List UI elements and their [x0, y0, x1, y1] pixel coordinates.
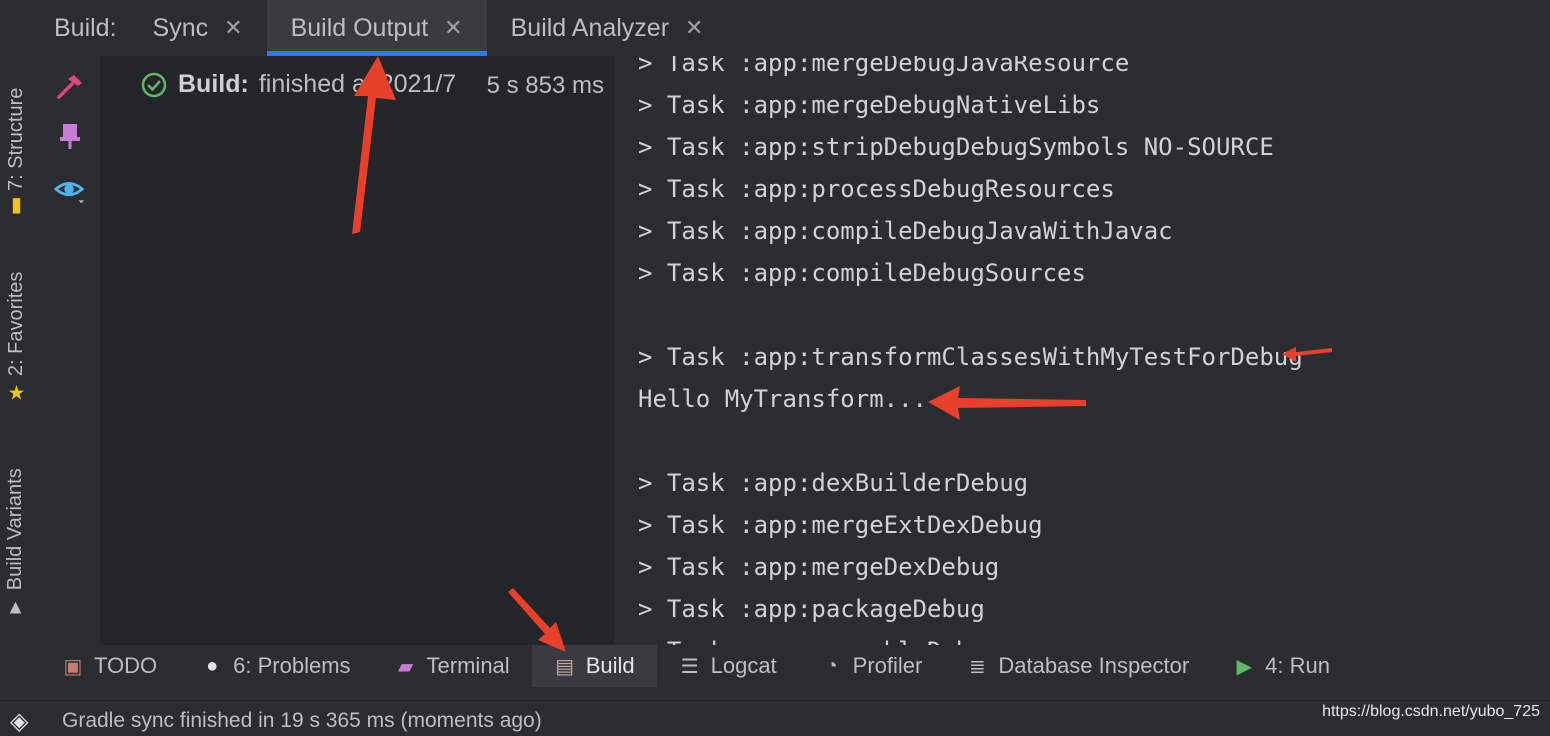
build-tab-bar: Build: Sync ✕ Build Output ✕ Build Analy… [42, 0, 1550, 56]
layers-icon[interactable]: ◈ [10, 707, 28, 736]
bottom-tool-bar: ▣ TODO ● 6: Problems ▰ Terminal ▤ Build … [42, 645, 1550, 687]
todo-icon: ▣ [63, 655, 83, 678]
structure-tab[interactable]: ▮ 7: Structure [4, 87, 29, 216]
status-bar: ◈ Gradle sync finished in 19 s 365 ms (m… [0, 700, 1550, 735]
tool-profiler[interactable]: ◔ Profiler [799, 645, 945, 687]
tool-build-label: Build [585, 653, 635, 678]
tab-build-output-label: Build Output [290, 13, 429, 42]
hammer-icon[interactable] [54, 70, 86, 102]
tool-todo[interactable]: ▣ TODO [42, 645, 179, 687]
run-icon: ▶ [1236, 655, 1252, 678]
tool-run-label: 4: Run [1265, 653, 1330, 678]
tool-database-inspector-label: Database Inspector [998, 653, 1190, 678]
console-line: > Task :app:packageDebug [638, 595, 985, 623]
database-icon: ≣ [968, 655, 986, 678]
build-panel-title: Build: [54, 13, 117, 42]
tab-build-analyzer[interactable]: Build Analyzer ✕ [487, 0, 728, 56]
tab-build-output[interactable]: Build Output ✕ [266, 0, 487, 56]
console-line: > Task :app:processDebugResources [638, 175, 1115, 203]
build-duration: 5 s 853 ms [480, 72, 604, 100]
check-circle-icon [141, 72, 167, 97]
structure-icon: ▮ [10, 193, 23, 216]
watermark: https://blog.csdn.net/yubo_725 [1322, 703, 1540, 720]
logcat-icon: ☰ [680, 655, 699, 678]
console-line: > Task :app:compileDebugSources [638, 259, 1086, 287]
console-line: > Task :app:stripDebugDebugSymbols NO-SO… [638, 133, 1274, 161]
build-toolbar [42, 56, 100, 645]
tab-build-analyzer-label: Build Analyzer [510, 13, 670, 42]
build-console[interactable]: > Task :app:mergeDebugJavaResource > Task… [614, 56, 1550, 645]
terminal-icon: ▰ [397, 655, 414, 678]
star-icon: ★ [7, 382, 26, 405]
tab-sync-label: Sync [152, 13, 209, 42]
android-icon: ▲ [5, 596, 26, 619]
build-status-label: Build: [178, 70, 249, 98]
console-line: > Task :app:mergeDexDebug [638, 553, 1000, 581]
problems-icon: ● [206, 654, 219, 677]
tool-problems-label: 6: Problems [233, 653, 351, 678]
profiler-icon: ◔ [825, 654, 838, 677]
tool-todo-label: TODO [94, 653, 158, 678]
console-line: > Task :app:mergeDebugNativeLibs [638, 91, 1101, 119]
tool-database-inspector[interactable]: ≣ Database Inspector [944, 645, 1211, 687]
tool-logcat[interactable]: ☰ Logcat [657, 645, 799, 687]
build-variants-tab[interactable]: ▲ Build Variants [4, 468, 27, 618]
console-line: > Task :app:dexBuilderDebug [638, 469, 1029, 497]
tool-profiler-label: Profiler [852, 653, 923, 678]
tool-problems[interactable]: ● 6: Problems [179, 645, 372, 687]
tool-terminal[interactable]: ▰ Terminal [373, 645, 532, 687]
close-icon[interactable]: ✕ [444, 15, 462, 41]
favorites-tab-label: 2: Favorites [5, 271, 27, 377]
tool-build[interactable]: ▤ Build [531, 645, 657, 687]
structure-tab-label: 7: Structure [5, 87, 27, 191]
left-tool-strip: ▮ 7: Structure ★ 2: Favorites ▲ Build Va… [0, 0, 43, 645]
build-status-text: finished at 2021/7 [258, 70, 457, 98]
build-tree-panel: Build: finished at 2021/7 5 s 853 ms [100, 56, 614, 645]
pin-icon[interactable] [54, 120, 86, 152]
build-icon: ▤ [555, 655, 575, 678]
close-icon[interactable]: ✕ [224, 15, 242, 41]
console-lines: > Task :app:mergeDebugJavaResource > Task… [638, 56, 1303, 645]
console-line: Hello MyTransform... [638, 385, 927, 413]
console-line: > Task :app:assembleDebug [638, 630, 1303, 645]
console-line: > Task :app:compileDebugJavaWithJavac [638, 217, 1173, 245]
favorites-tab[interactable]: ★ 2: Favorites [4, 271, 29, 405]
console-line: > Task :app:transformClassesWithMyTestFo… [638, 343, 1303, 371]
close-icon[interactable]: ✕ [685, 15, 703, 41]
console-line: > Task :app:mergeDebugJavaResource [638, 56, 1130, 77]
tool-logcat-label: Logcat [710, 653, 777, 678]
status-message: Gradle sync finished in 19 s 365 ms (mom… [62, 709, 542, 732]
eye-icon[interactable] [54, 174, 86, 206]
console-line: > Task :app:mergeExtDexDebug [638, 511, 1043, 539]
tool-run[interactable]: ▶ 4: Run [1211, 645, 1352, 687]
tab-sync[interactable]: Sync ✕ [129, 0, 267, 56]
build-variants-tab-label: Build Variants [4, 468, 26, 591]
tool-terminal-label: Terminal [426, 653, 510, 678]
